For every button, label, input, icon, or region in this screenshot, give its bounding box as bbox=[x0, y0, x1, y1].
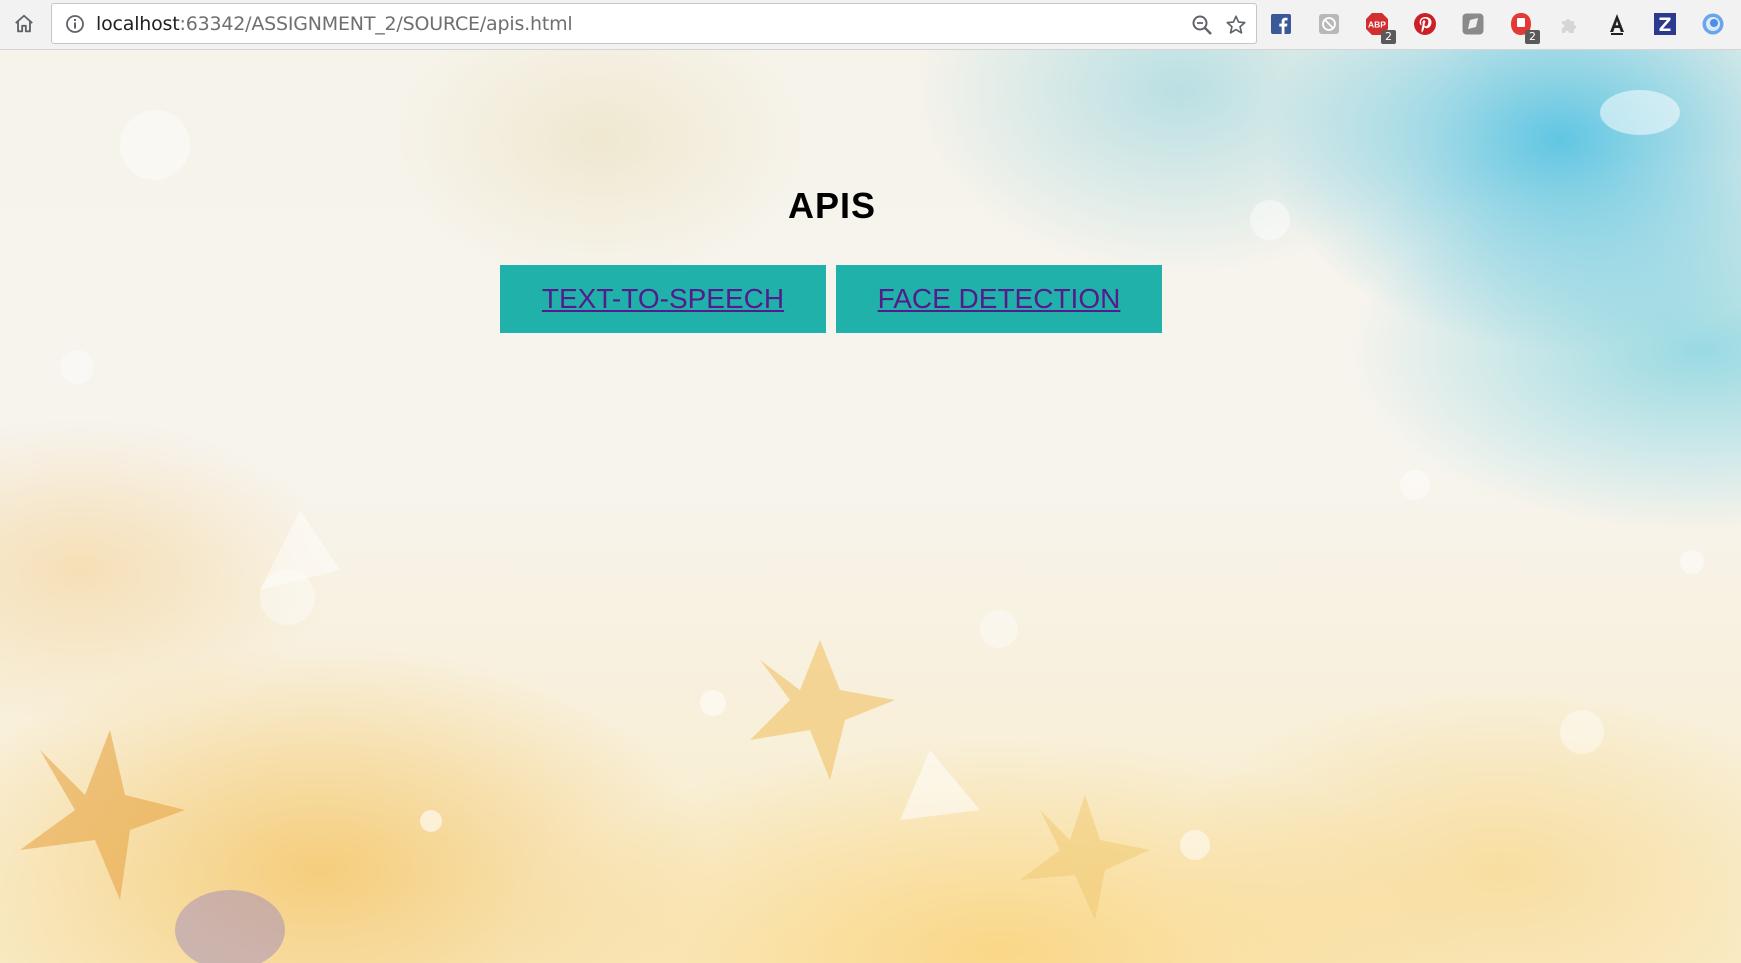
address-bar[interactable]: localhost:63342/ASSIGNMENT_2/SOURCE/apis… bbox=[51, 3, 1257, 44]
adblock-plus-icon[interactable]: ABP 2 bbox=[1364, 11, 1396, 44]
red-extension-icon[interactable]: 2 bbox=[1508, 11, 1540, 44]
adblock-badge: 2 bbox=[1381, 30, 1396, 44]
text-to-speech-button[interactable]: TEXT-TO-SPEECH bbox=[500, 265, 826, 333]
pinterest-icon[interactable] bbox=[1412, 11, 1438, 37]
url-path: :63342/ASSIGNMENT_2/SOURCE/apis.html bbox=[179, 12, 573, 35]
blocker-icon[interactable] bbox=[1316, 11, 1342, 37]
zoom-icon[interactable] bbox=[1190, 13, 1214, 37]
a-extension-icon[interactable] bbox=[1604, 11, 1630, 37]
blue-circle-icon[interactable] bbox=[1700, 11, 1726, 37]
facebook-icon[interactable] bbox=[1268, 11, 1294, 37]
svg-text:ABP: ABP bbox=[1368, 20, 1386, 30]
puzzle-icon[interactable] bbox=[1556, 11, 1582, 37]
face-detection-link[interactable]: FACE DETECTION bbox=[878, 283, 1121, 315]
face-detection-button[interactable]: FACE DETECTION bbox=[836, 265, 1162, 333]
browser-toolbar: localhost:63342/ASSIGNMENT_2/SOURCE/apis… bbox=[0, 0, 1741, 50]
text-to-speech-link[interactable]: TEXT-TO-SPEECH bbox=[542, 283, 784, 315]
z-extension-icon[interactable] bbox=[1652, 11, 1678, 37]
page-viewport: APIS TEXT-TO-SPEECH FACE DETECTION bbox=[0, 50, 1741, 963]
page-title: APIS bbox=[787, 185, 877, 226]
gray-extension-icon[interactable] bbox=[1460, 11, 1486, 37]
url-host: localhost bbox=[96, 12, 180, 35]
bookmark-star-icon[interactable] bbox=[1224, 13, 1248, 37]
home-icon[interactable] bbox=[9, 11, 39, 37]
info-icon[interactable] bbox=[64, 13, 86, 35]
extensions-bar: ABP 2 2 bbox=[1268, 9, 1741, 44]
url-text[interactable]: localhost:63342/ASSIGNMENT_2/SOURCE/apis… bbox=[96, 12, 573, 35]
red-extension-badge: 2 bbox=[1525, 30, 1540, 44]
